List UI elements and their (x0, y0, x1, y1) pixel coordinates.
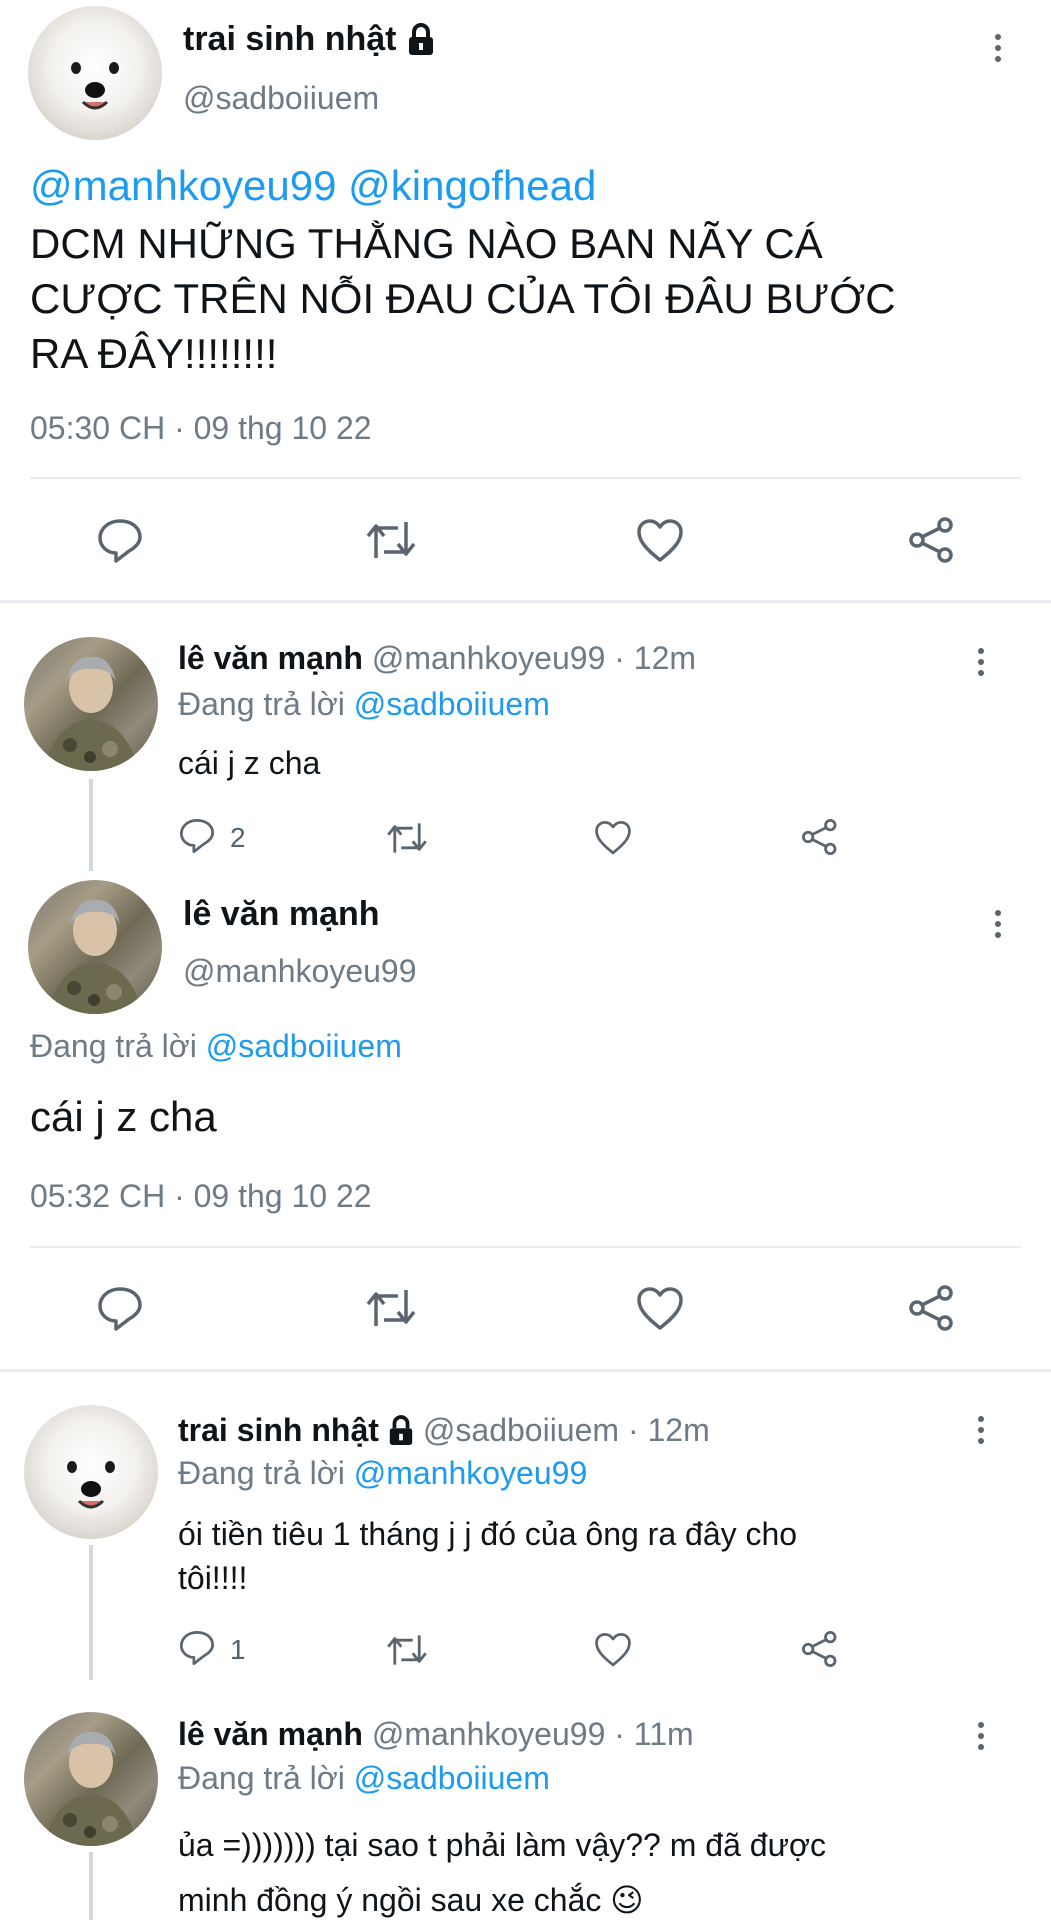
retweet-icon[interactable] (385, 820, 429, 856)
replying-to-link[interactable]: @sadboiiuem (206, 1028, 402, 1064)
replying-to: Đang trả lời @sadboiiuem (178, 686, 550, 723)
reply-header: trai sinh nhật @sadboiiuem · 12m (178, 1412, 710, 1449)
replying-prefix: Đang trả lời (178, 686, 345, 722)
reply-header: lê văn mạnh @manhkoyeu99 · 12m (178, 640, 696, 677)
avatar[interactable] (28, 6, 162, 140)
replying-to-link[interactable]: @sadboiiuem (354, 686, 550, 722)
person-icon (44, 656, 138, 771)
tweet-text: DCM NHỮNG THẰNG NÀO BAN NÃY CÁ CƯỢC TRÊN… (30, 216, 896, 381)
author-name[interactable]: trai sinh nhật (183, 20, 436, 59)
lock-icon (387, 1414, 415, 1447)
author-meta: @manhkoyeu99 · 12m (371, 640, 697, 676)
replying-prefix: Đang trả lời (30, 1028, 197, 1064)
author-name[interactable]: lê văn mạnh (178, 1716, 363, 1752)
retweet-icon[interactable] (364, 518, 418, 562)
author-meta: @sadboiiuem · 12m (422, 1412, 710, 1448)
author-name[interactable]: trai sinh nhật (178, 1412, 379, 1449)
more-icon[interactable] (974, 648, 988, 681)
section-divider (0, 600, 1051, 603)
tweet-text-line: RA ĐÂY!!!!!!!! (30, 330, 278, 377)
reply-text-line: ủa =))))))) tại sao t phải làm vậy?? m đ… (178, 1827, 826, 1863)
reply-icon[interactable] (96, 1286, 144, 1332)
reply-text-line: ói tiền tiêu 1 tháng j j đó của ông ra đ… (178, 1516, 798, 1552)
more-icon[interactable] (991, 910, 1005, 943)
tweet-text: cái j z cha (30, 1093, 217, 1140)
dog-face-icon (71, 62, 119, 110)
author-meta: @manhkoyeu99 · 11m (371, 1716, 694, 1752)
share-icon[interactable] (800, 1630, 840, 1668)
more-icon[interactable] (974, 1722, 988, 1755)
retweet-icon[interactable] (364, 1286, 418, 1330)
reply-text: ói tiền tiêu 1 tháng j j đó của ông ra đ… (178, 1512, 797, 1600)
avatar[interactable] (24, 1405, 158, 1539)
avatar[interactable] (28, 880, 162, 1014)
reply-header: lê văn mạnh @manhkoyeu99 · 11m (178, 1716, 694, 1753)
avatar[interactable] (24, 637, 158, 771)
thread-line (89, 779, 93, 871)
like-icon[interactable] (594, 820, 632, 856)
replying-prefix: Đang trả lời (178, 1455, 345, 1491)
timestamp[interactable]: 05:32 CH · 09 thg 10 22 (30, 1178, 372, 1215)
thread-line (89, 1852, 93, 1920)
reply-text-line: minh đồng ý ngồi sau xe chắc 😉 (178, 1882, 644, 1918)
share-icon[interactable] (907, 1284, 957, 1332)
reply-text: cái j z cha (178, 745, 321, 781)
reply-count: 2 (230, 822, 246, 853)
reply-text-line: tôi!!!! (178, 1560, 248, 1596)
author-name[interactable]: lê văn mạnh (178, 640, 363, 676)
tweet-text-line: DCM NHỮNG THẰNG NÀO BAN NÃY CÁ (30, 220, 823, 267)
tweet-text-line: CƯỢC TRÊN NỖI ĐAU CỦA TÔI ĐÂU BƯỚC (30, 275, 896, 322)
replying-to-link[interactable]: @sadboiiuem (354, 1760, 550, 1796)
retweet-icon[interactable] (385, 1632, 429, 1668)
reply-icon[interactable] (96, 518, 144, 564)
reply-icon[interactable] (178, 1630, 216, 1666)
author-name-text: trai sinh nhật (183, 20, 397, 58)
like-icon[interactable] (594, 1632, 632, 1668)
divider (30, 1246, 1021, 1248)
like-icon[interactable] (636, 518, 684, 564)
more-icon[interactable] (991, 34, 1005, 67)
author-handle[interactable]: @sadboiiuem (183, 80, 379, 117)
person-icon (48, 899, 142, 1014)
thread-line (89, 1545, 93, 1680)
replying-to-link[interactable]: @manhkoyeu99 (354, 1455, 588, 1491)
replying-to: Đang trả lời @sadboiiuem (178, 1760, 550, 1797)
mentions-link[interactable]: @manhkoyeu99 @kingofhead (30, 162, 596, 210)
person-icon (44, 1731, 138, 1846)
lock-icon (406, 22, 436, 57)
divider (30, 477, 1021, 479)
replying-to: Đang trả lời @sadboiiuem (30, 1028, 402, 1065)
author-handle[interactable]: @manhkoyeu99 (183, 953, 417, 990)
timestamp[interactable]: 05:30 CH · 09 thg 10 22 (30, 410, 372, 447)
replying-to: Đang trả lời @manhkoyeu99 (178, 1455, 587, 1492)
replying-prefix: Đang trả lời (178, 1760, 345, 1796)
more-icon[interactable] (974, 1416, 988, 1449)
share-icon[interactable] (907, 516, 957, 564)
reply-text: ủa =))))))) tại sao t phải làm vậy?? m đ… (178, 1818, 826, 1920)
section-divider (0, 1369, 1051, 1372)
like-icon[interactable] (636, 1286, 684, 1332)
dog-face-icon (67, 1461, 115, 1509)
author-name[interactable]: lê văn mạnh (183, 895, 380, 934)
share-icon[interactable] (800, 818, 840, 856)
reply-count: 1 (230, 1634, 246, 1665)
avatar[interactable] (24, 1712, 158, 1846)
reply-icon[interactable] (178, 818, 216, 854)
